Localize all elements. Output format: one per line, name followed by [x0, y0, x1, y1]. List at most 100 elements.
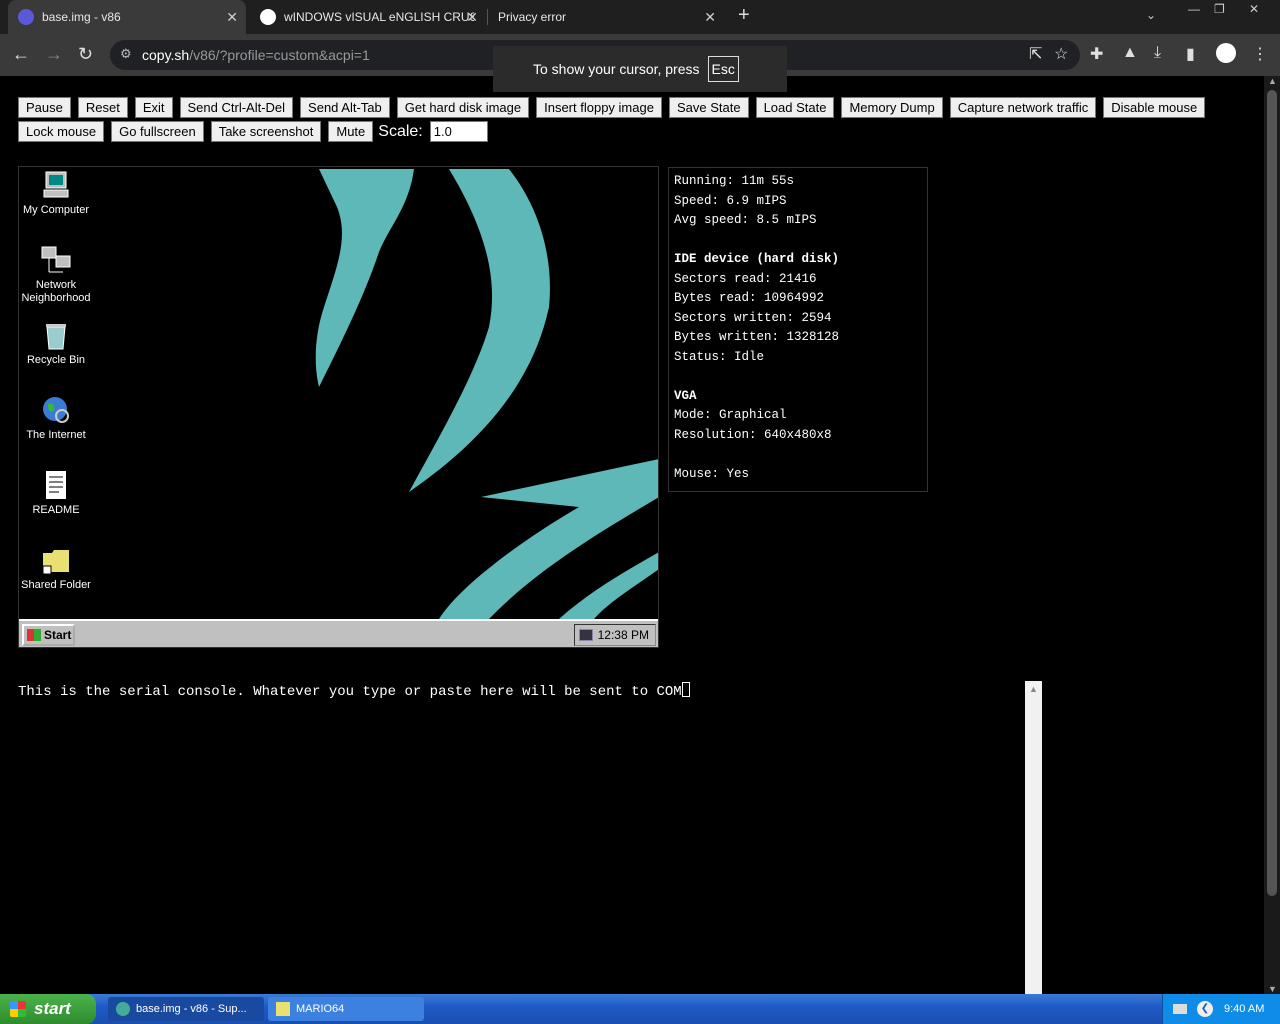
save-state-button[interactable]: Save State [668, 97, 749, 118]
close-tab-icon[interactable]: ✕ [704, 9, 716, 26]
os-start-button[interactable]: start [0, 994, 96, 1024]
vm-start-label: Start [44, 628, 72, 642]
desktop-icon-label: My Computer [22, 204, 90, 216]
control-row-2: Lock mouse Go fullscreen Take screenshot… [18, 121, 488, 142]
back-arrow-tray-icon[interactable]: ❮ [1197, 1001, 1213, 1017]
tab-title: base.img - v86 [42, 10, 121, 24]
scroll-up-icon[interactable]: ▲ [1268, 76, 1277, 86]
tab-title: Privacy error [498, 10, 567, 24]
display-tray-icon[interactable] [579, 629, 593, 641]
get-hard-disk-image-button[interactable]: Get hard disk image [396, 97, 530, 118]
chevron-down-icon[interactable]: ⌄ [1146, 8, 1156, 22]
keyboard-icon[interactable] [1173, 1004, 1187, 1014]
exit-button[interactable]: Exit [134, 97, 173, 118]
close-window-icon[interactable]: ✕ [1249, 2, 1259, 16]
info-sectors-read: Sectors read: 21416 [674, 271, 817, 286]
reset-button[interactable]: Reset [77, 97, 128, 118]
forward-icon[interactable]: → [45, 44, 63, 65]
scale-input[interactable] [429, 121, 488, 142]
labs-flask-icon[interactable]: ▲ [1122, 44, 1138, 62]
back-icon[interactable]: ← [12, 44, 30, 65]
capture-network-traffic-button[interactable]: Capture network traffic [949, 97, 1097, 118]
desktop-icon-shared-folder[interactable]: Shared Folder [19, 544, 96, 592]
minimize-icon[interactable]: — [1188, 2, 1200, 16]
desktop-icon-the-internet[interactable]: The Internet [19, 394, 96, 442]
desktop-icon-label: Shared Folder [21, 579, 91, 591]
vm-system-tray: 12:38 PM [574, 624, 656, 646]
info-resolution: Resolution: 640x480x8 [674, 427, 832, 442]
chrome-icon [116, 1002, 130, 1016]
serial-console-scrollbar[interactable]: ▲ [1025, 681, 1042, 994]
site-settings-icon[interactable]: ⚙ [120, 46, 132, 62]
extensions-icon[interactable]: ✚ [1090, 44, 1103, 64]
os-system-tray: ❮ 9:40 AM [1162, 994, 1280, 1024]
mute-button[interactable]: Mute [328, 121, 374, 142]
folder-icon [276, 1002, 290, 1016]
send-ctrl-alt-del-button[interactable]: Send Ctrl-Alt-Del [179, 97, 294, 118]
cursor-lock-toast: To show your cursor, press Esc [493, 46, 787, 92]
scrollbar-thumb[interactable] [1267, 90, 1277, 896]
reload-icon[interactable]: ↻ [78, 44, 93, 65]
memory-dump-button[interactable]: Memory Dump [841, 97, 943, 118]
tab-base-img[interactable]: base.img - v86 ✕ [8, 0, 246, 34]
close-tab-icon[interactable]: ✕ [226, 9, 238, 26]
scroll-down-icon[interactable]: ▼ [1268, 984, 1277, 994]
windows-logo-icon [27, 629, 41, 641]
load-state-button[interactable]: Load State [755, 97, 835, 118]
taskbar-item-label: base.img - v86 - Sup... [136, 1003, 247, 1015]
info-vga-header: VGA [674, 388, 697, 403]
desktop-icon-label: The Internet [26, 429, 86, 441]
close-tab-icon[interactable]: ✕ [466, 9, 478, 26]
disable-mouse-button[interactable]: Disable mouse [1103, 97, 1206, 118]
wallpaper-brush-art [315, 169, 658, 619]
info-running: Running: 11m 55s [674, 174, 795, 188]
url-host: copy.sh [142, 47, 190, 63]
vm-taskbar: Start 12:38 PM [19, 619, 658, 647]
serial-console[interactable]: This is the serial console. Whatever you… [18, 681, 1042, 994]
go-fullscreen-button[interactable]: Go fullscreen [111, 121, 204, 142]
os-start-label: start [34, 999, 71, 1018]
tab-title: wINDOWS vISUAL eNGLISH CRUS [284, 10, 474, 24]
esc-key-hint: Esc [707, 56, 739, 82]
control-row-1: Pause Reset Exit Send Ctrl-Alt-Del Send … [18, 97, 1206, 118]
share-icon[interactable]: ⇱ [1029, 44, 1042, 64]
desktop-icon-network-neighborhood[interactable]: Network Neighborhood [19, 244, 96, 305]
download-icon[interactable]: ⤓ [1154, 44, 1161, 62]
emulator-screen[interactable]: My Computer Network Neighborhood Recycle… [18, 166, 659, 648]
bookmark-star-icon[interactable]: ☆ [1054, 44, 1068, 64]
desktop-icon-my-computer[interactable]: My Computer [19, 169, 96, 217]
google-favicon-icon [260, 9, 276, 25]
tab-privacy-error[interactable]: Privacy error ✕ [488, 0, 724, 34]
side-panel-icon[interactable]: ▮ [1186, 44, 1195, 64]
windows-flag-icon [10, 1001, 26, 1017]
serial-console-text: This is the serial console. Whatever you… [18, 684, 682, 700]
menu-kebab-icon[interactable]: ⋮ [1252, 44, 1268, 64]
desktop-icon-recycle-bin[interactable]: Recycle Bin [19, 319, 96, 367]
info-bytes-written: Bytes written: 1328128 [674, 330, 840, 344]
insert-floppy-image-button[interactable]: Insert floppy image [536, 97, 662, 118]
info-avg-speed: Avg speed: 8.5 mIPS [674, 213, 817, 227]
taskbar-item-browser[interactable]: base.img - v86 - Sup... [108, 997, 264, 1021]
new-tab-icon[interactable]: + [738, 4, 750, 27]
tab-windows-visual[interactable]: wINDOWS vISUAL eNGLISH CRUS ✕ [250, 0, 486, 34]
taskbar-item-mario64[interactable]: MARIO64 [268, 997, 424, 1021]
desktop-icon-readme[interactable]: README [19, 469, 96, 517]
restore-icon[interactable]: ❐ [1214, 2, 1225, 16]
page-scrollbar[interactable]: ▲ ▼ [1264, 76, 1280, 994]
info-mouse: Mouse: Yes [674, 466, 750, 481]
emulator-info-panel: Running: 11m 55s Speed: 6.9 mIPS Avg spe… [668, 167, 928, 492]
desktop-icon-label: Network Neighborhood [21, 279, 91, 304]
desktop-icon-label: README [32, 504, 80, 516]
take-screenshot-button[interactable]: Take screenshot [210, 121, 322, 142]
pause-button[interactable]: Pause [18, 97, 71, 118]
scroll-up-icon[interactable]: ▲ [1029, 684, 1038, 694]
vm-start-button[interactable]: Start [22, 624, 75, 646]
text-cursor [681, 682, 690, 697]
send-alt-tab-button[interactable]: Send Alt-Tab [300, 97, 390, 118]
v86-favicon-icon [18, 9, 34, 25]
scale-label: Scale: [378, 122, 423, 140]
os-taskbar: start base.img - v86 - Sup... MARIO64 ❮ … [0, 994, 1280, 1024]
info-status: Status: Idle [674, 349, 765, 364]
lock-mouse-button[interactable]: Lock mouse [18, 121, 105, 142]
profile-avatar[interactable] [1216, 43, 1236, 63]
